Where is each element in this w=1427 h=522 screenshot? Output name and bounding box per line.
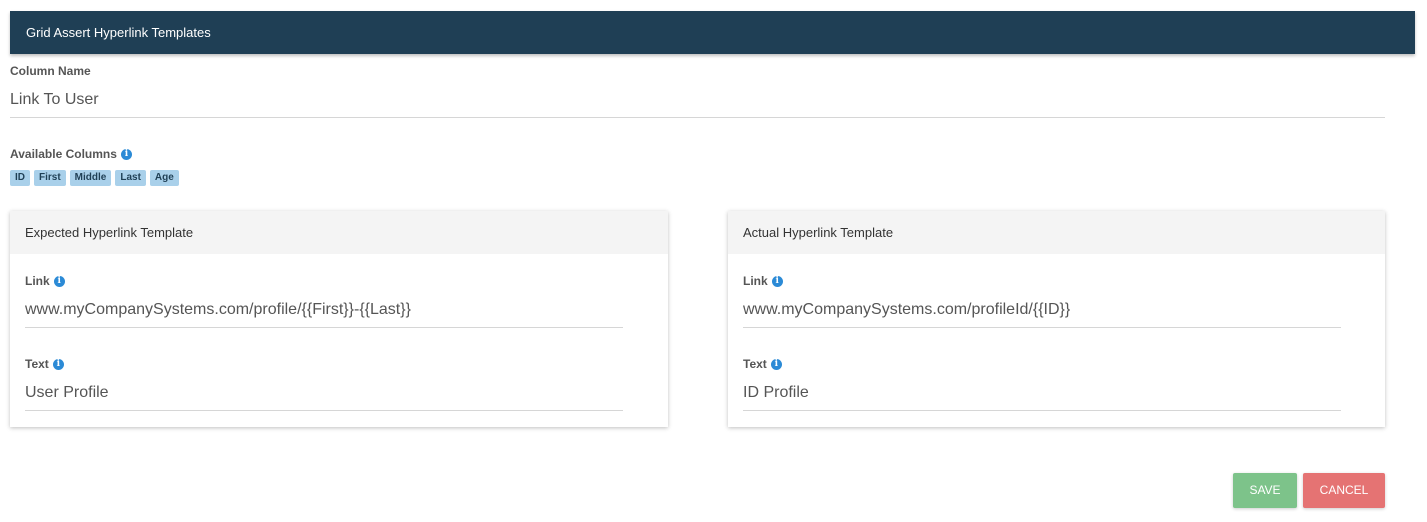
actual-link-label-text: Link (743, 274, 768, 288)
available-columns-label-text: Available Columns (10, 147, 117, 161)
actual-template-card: Actual Hyperlink Template Link i www.myC… (728, 211, 1385, 427)
column-name-input[interactable]: Link To User (10, 91, 1385, 118)
cancel-button[interactable]: CANCEL (1303, 473, 1385, 508)
page-header: Grid Assert Hyperlink Templates (10, 11, 1415, 54)
actual-text-input[interactable]: ID Profile (743, 384, 1341, 411)
column-chip-middle[interactable]: Middle (69, 170, 112, 186)
expected-text-value: User Profile (25, 384, 109, 401)
column-chip-age[interactable]: Age (149, 170, 179, 186)
expected-link-input[interactable]: www.myCompanySystems.com/profile/{{First… (25, 301, 623, 328)
expected-text-label: Text i (25, 357, 64, 371)
info-icon[interactable]: i (52, 358, 64, 370)
available-columns-chips: ID First Middle Last Age (10, 170, 179, 186)
actual-link-label: Link i (743, 274, 783, 288)
info-icon[interactable]: i (120, 148, 132, 160)
column-chip-first[interactable]: First (34, 170, 66, 186)
actual-link-input[interactable]: www.myCompanySystems.com/profileId/{{ID}… (743, 301, 1341, 328)
expected-template-title: Expected Hyperlink Template (10, 211, 668, 254)
info-icon[interactable]: i (770, 358, 782, 370)
column-name-label: Column Name (10, 64, 91, 78)
expected-text-input[interactable]: User Profile (25, 384, 623, 411)
expected-link-label-text: Link (25, 274, 50, 288)
info-icon[interactable]: i (771, 275, 783, 287)
column-name-label-text: Column Name (10, 64, 91, 78)
expected-link-value: www.myCompanySystems.com/profile/{{First… (25, 301, 411, 318)
page-title: Grid Assert Hyperlink Templates (26, 25, 211, 40)
info-icon[interactable]: i (53, 275, 65, 287)
column-name-value: Link To User (10, 91, 99, 108)
expected-link-label: Link i (25, 274, 65, 288)
expected-text-label-text: Text (25, 357, 49, 371)
actual-link-value: www.myCompanySystems.com/profileId/{{ID}… (743, 301, 1071, 318)
actual-template-title: Actual Hyperlink Template (728, 211, 1385, 254)
actual-text-label: Text i (743, 357, 782, 371)
available-columns-label: Available Columns i (10, 147, 132, 161)
save-button[interactable]: SAVE (1233, 473, 1297, 508)
column-chip-last[interactable]: Last (115, 170, 146, 186)
expected-template-card: Expected Hyperlink Template Link i www.m… (10, 211, 668, 427)
column-chip-id[interactable]: ID (10, 170, 30, 186)
actual-text-value: ID Profile (743, 384, 809, 401)
actual-text-label-text: Text (743, 357, 767, 371)
